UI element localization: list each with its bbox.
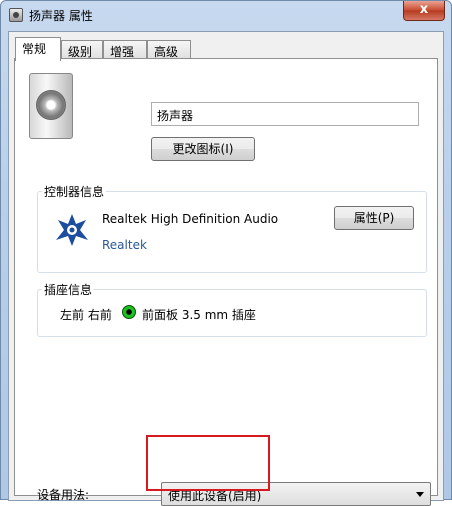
- device-usage-label: 设备用法:: [37, 488, 90, 502]
- close-button[interactable]: x: [403, 1, 445, 21]
- jack-position: 左前 右前: [60, 308, 112, 322]
- controller-info-label: 控制器信息: [42, 183, 107, 200]
- tab-enhancements[interactable]: 增强: [103, 40, 147, 60]
- title-bar[interactable]: 扬声器 属性 x: [1, 1, 451, 29]
- controller-vendor: Realtek: [102, 238, 147, 252]
- tab-levels[interactable]: 级别: [61, 40, 103, 60]
- chevron-down-icon: [416, 492, 424, 497]
- change-icon-button[interactable]: 更改图标(I): [151, 137, 255, 161]
- tab-panel-general: 扬声器 更改图标(I) 控制器信息 Realtek High Definitio…: [14, 58, 438, 506]
- device-usage-selected: 使用此设备(启用): [168, 489, 262, 503]
- tab-general[interactable]: 常规: [15, 37, 61, 61]
- jack-info-label: 插座信息: [42, 281, 95, 298]
- speaker-cone-icon: [36, 90, 66, 120]
- tab-advanced[interactable]: 高级: [147, 40, 191, 60]
- jack-info-group: 插座信息 左前 右前 前面板 3.5 mm 插座: [37, 281, 427, 337]
- speaker-icon: [9, 8, 23, 22]
- properties-window: 扬声器 属性 x 常规 级别 增强 高级 扬声器 更改图标(I) 控制器信息 R…: [0, 0, 452, 506]
- jack-connector-icon: [122, 305, 136, 319]
- window-title: 扬声器 属性: [29, 9, 93, 23]
- jack-description: 前面板 3.5 mm 插座: [142, 308, 256, 322]
- device-usage-select[interactable]: 使用此设备(启用): [161, 482, 431, 506]
- controller-properties-button[interactable]: 属性(P): [334, 206, 414, 230]
- controller-info-group: 控制器信息 Realtek High Definition Audio Real…: [37, 183, 427, 273]
- speaker-device-icon: [29, 73, 73, 139]
- controller-name: Realtek High Definition Audio: [102, 212, 279, 226]
- device-name-input[interactable]: 扬声器: [151, 102, 419, 126]
- dialog-client: 常规 级别 增强 高级 扬声器 更改图标(I) 控制器信息 Realtek Hi…: [8, 31, 444, 506]
- realtek-logo-icon: [56, 214, 88, 246]
